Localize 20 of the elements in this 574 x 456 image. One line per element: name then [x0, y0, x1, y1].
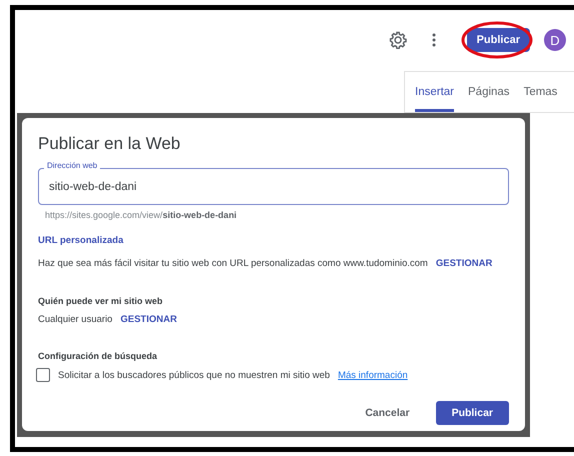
field-label: Dirección web — [44, 161, 100, 170]
section-heading: URL personalizada — [38, 235, 124, 246]
address-field[interactable]: sitio-web-de-dani — [38, 168, 509, 205]
section-heading: Configuración de búsqueda — [38, 351, 158, 361]
more-info-link[interactable]: Más información — [338, 370, 408, 380]
tab[interactable]: Temas — [524, 72, 558, 112]
url-hint: https://sites.google.com/view/sitio-web-de-dani — [45, 210, 238, 220]
section-heading: Quién puede ver mi sitio web — [38, 296, 164, 306]
cancel-button[interactable]: Cancelar — [349, 401, 426, 425]
publish-button[interactable]: Publicar — [466, 28, 530, 52]
manage-link[interactable]: GESTIONAR — [436, 258, 492, 269]
visibility-value: Cualquier usuario — [38, 314, 112, 325]
manage-link[interactable]: GESTIONAR — [120, 314, 177, 325]
user-avatar[interactable]: D — [544, 29, 566, 51]
checkbox[interactable] — [36, 368, 50, 382]
checkbox-label: Solicitar a los buscadores públicos que no muestren mi sitio web — [58, 370, 330, 380]
publish-button[interactable]: Publicar — [436, 401, 509, 425]
dialog-title: Publicar en la Web — [38, 134, 182, 154]
custom-url-text: Haz que sea más fácil visitar tu sitio web con URL personalizadas como www.tudominio.com — [38, 258, 428, 269]
tab[interactable]: Páginas — [468, 72, 510, 112]
